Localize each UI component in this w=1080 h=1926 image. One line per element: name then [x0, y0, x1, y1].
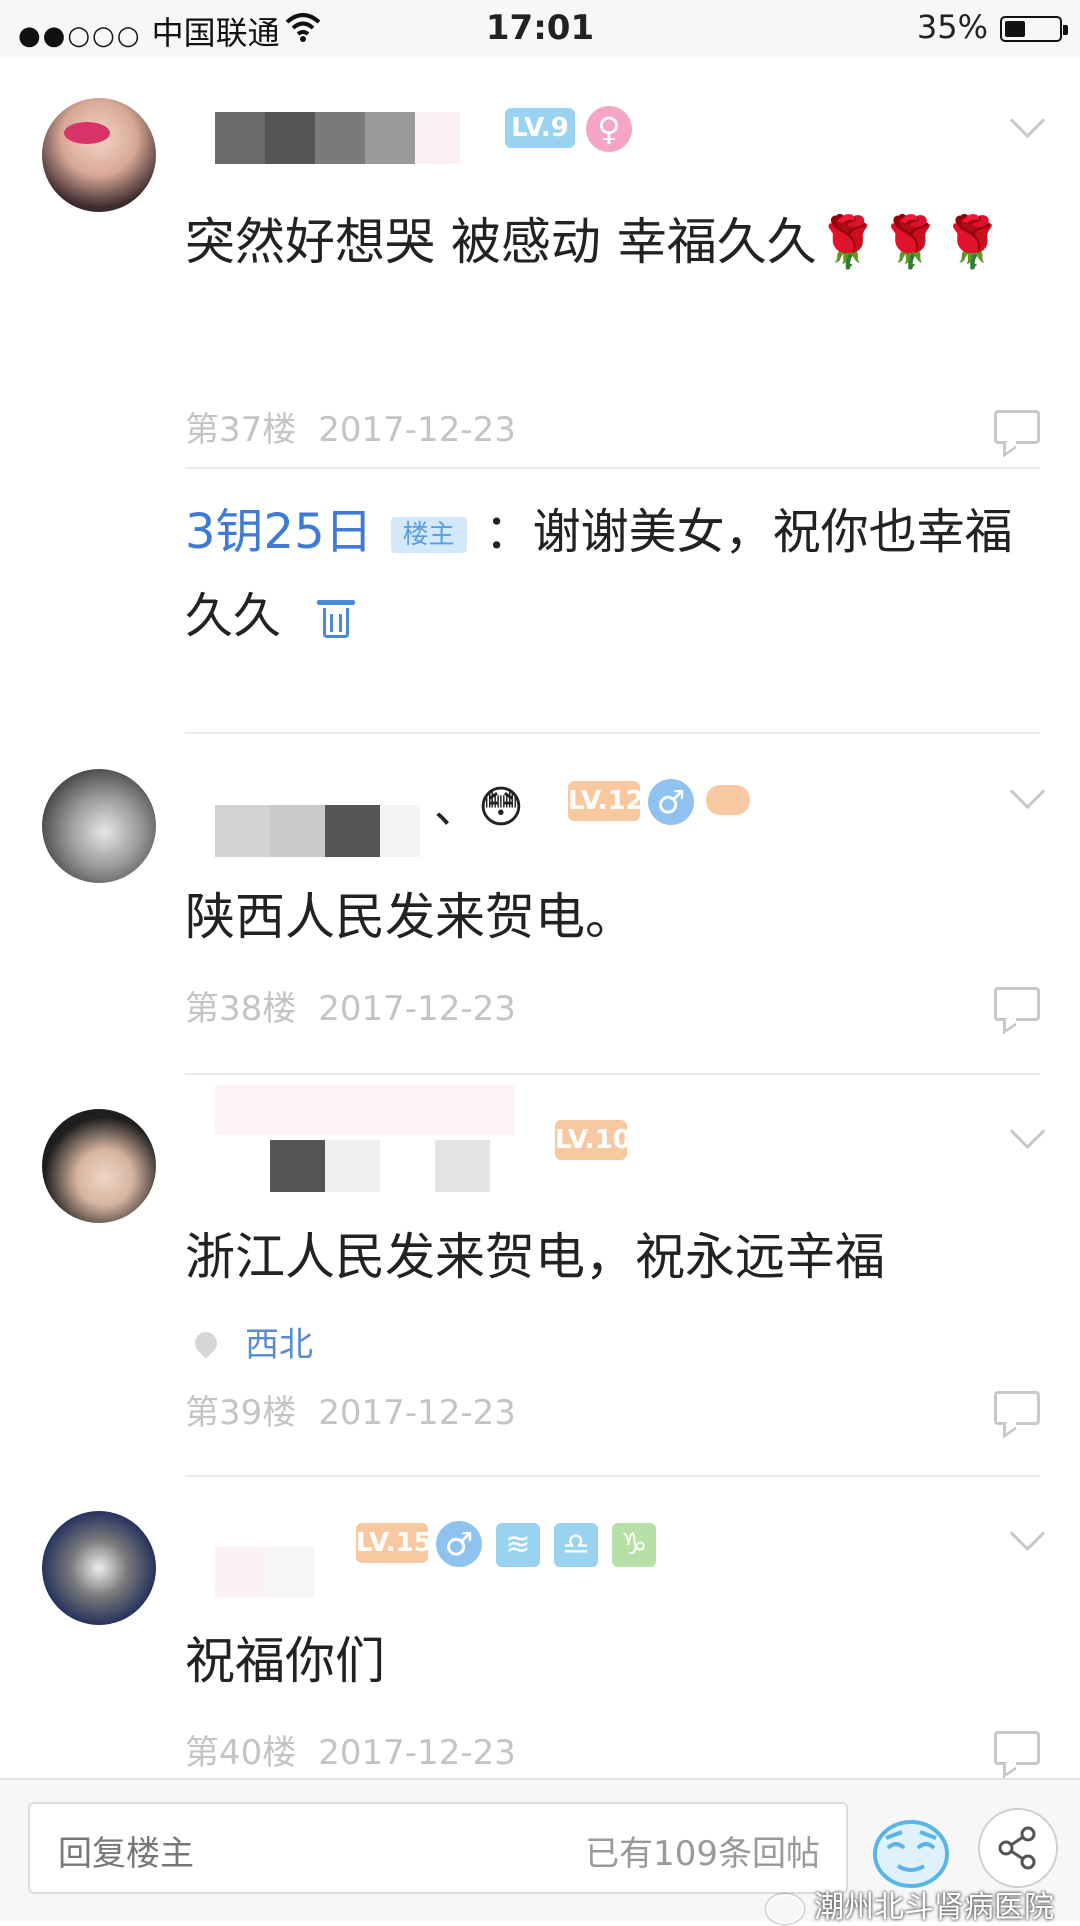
floor-number: 第40楼 — [185, 1733, 297, 1773]
chevron-down-icon[interactable] — [1009, 102, 1046, 139]
share-button[interactable] — [978, 1808, 1058, 1888]
trash-icon[interactable] — [317, 600, 356, 638]
username-redacted[interactable] — [185, 1085, 545, 1195]
battery-percent: 35% — [916, 8, 988, 46]
owner-badge: 楼主 — [390, 517, 467, 553]
status-bar: ●●○○○ 中国联通 17:01 35% — [0, 0, 1080, 58]
capricorn-icon: ♑ — [612, 1523, 656, 1567]
avatar[interactable] — [42, 1109, 156, 1223]
post-date: 2017-12-23 — [318, 410, 516, 450]
game-controller-icon — [706, 785, 750, 815]
post-meta: 第38楼 2017-12-23 — [185, 981, 516, 1030]
battery-icon — [1000, 16, 1068, 42]
libra-icon: ♎ — [554, 1523, 598, 1567]
chevron-down-icon[interactable] — [1009, 773, 1046, 810]
share-icon — [998, 1826, 1036, 1870]
reply-input[interactable]: 回复楼主 已有109条回帖 — [28, 1802, 848, 1894]
floor-number: 第37楼 — [185, 410, 297, 450]
post-meta: 第40楼 2017-12-23 — [185, 1725, 516, 1774]
location-label: 西北 — [245, 1325, 313, 1365]
divider — [185, 1073, 1040, 1075]
comment-icon[interactable] — [994, 987, 1040, 1021]
level-badge: LV.12 — [568, 781, 644, 821]
watermark: 潮州北斗肾病医院 — [766, 1882, 1054, 1926]
avatar[interactable] — [42, 1511, 156, 1625]
username-redacted[interactable] — [185, 1517, 355, 1597]
reply-item: 3钥25日 楼主 ：谢谢美女，祝你也幸福久久 — [185, 490, 1030, 658]
divider — [185, 467, 1040, 469]
wechat-icon — [766, 1893, 804, 1924]
location-pin-icon — [190, 1326, 222, 1359]
post-meta: 第39楼 2017-12-23 — [185, 1385, 516, 1434]
post-date: 2017-12-23 — [318, 1393, 516, 1433]
avatar[interactable] — [42, 98, 156, 212]
male-icon: ♂ — [436, 1521, 482, 1567]
aquarius-icon: ≋ — [496, 1523, 540, 1567]
location-tag[interactable]: 西北 — [190, 1317, 313, 1366]
post-date: 2017-12-23 — [318, 989, 516, 1029]
level-badge: LV.15 — [356, 1523, 432, 1563]
post-content: 浙江人民发来贺电，祝永远辛福 — [185, 1228, 885, 1286]
chevron-down-icon[interactable] — [1009, 1113, 1046, 1150]
post-content: 陕西人民发来贺电。 — [185, 888, 635, 946]
female-icon: ♀ — [586, 106, 632, 152]
chevron-down-icon[interactable] — [1009, 1515, 1046, 1552]
floor-number: 第39楼 — [185, 1393, 297, 1433]
divider — [185, 732, 1040, 734]
comment-icon[interactable] — [994, 410, 1040, 444]
post-date: 2017-12-23 — [318, 1733, 516, 1773]
reply-author-link[interactable]: 3钥25日 — [185, 504, 373, 560]
male-icon: ♂ — [648, 779, 694, 825]
level-badge: LV.10 — [555, 1120, 631, 1160]
post-content: 突然好想哭 被感动 幸福久久🌹🌹🌹 — [185, 213, 1004, 271]
divider — [185, 1475, 1040, 1477]
reply-placeholder: 回复楼主 — [58, 1834, 194, 1874]
comment-icon[interactable] — [994, 1731, 1040, 1765]
comment-icon[interactable] — [994, 1391, 1040, 1425]
floor-number: 第38楼 — [185, 989, 297, 1029]
reply-count: 已有109条回帖 — [585, 1834, 820, 1874]
username-redacted[interactable] — [185, 100, 505, 164]
post-content: 祝福你们 — [185, 1632, 385, 1690]
avatar[interactable] — [42, 769, 156, 883]
username-suffix: 、😳 — [434, 782, 524, 833]
level-badge: LV.9 — [505, 108, 575, 148]
post-meta: 第37楼 2017-12-23 — [185, 402, 516, 451]
